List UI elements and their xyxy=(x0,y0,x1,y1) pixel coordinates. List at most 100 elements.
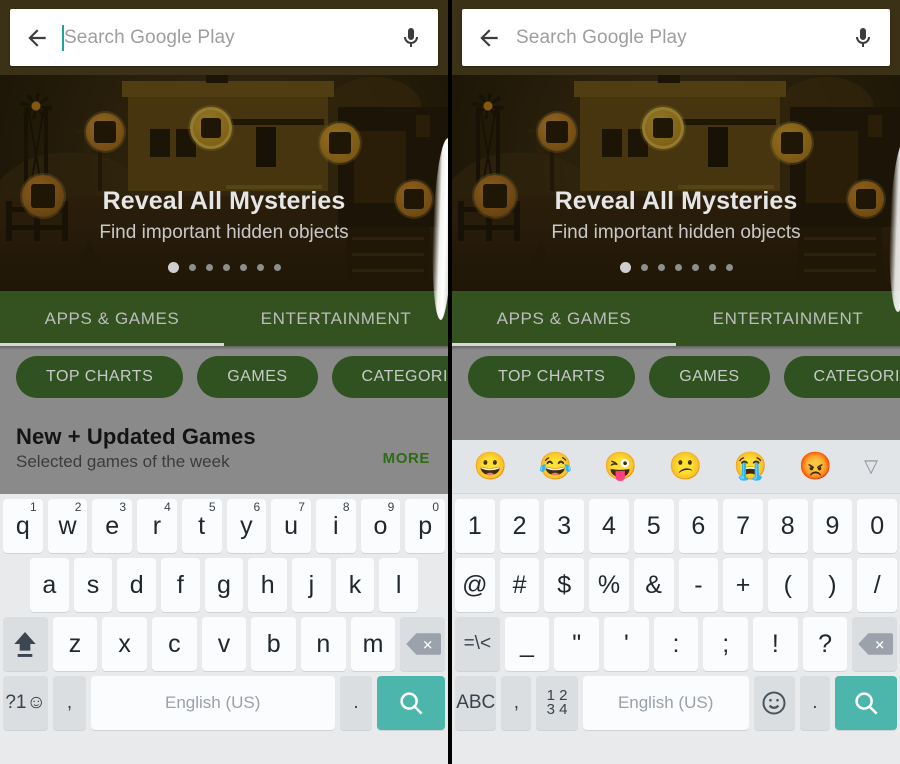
key-r[interactable]: r4 xyxy=(137,499,177,553)
section-more-link[interactable]: MORE xyxy=(383,450,430,467)
chip-top-charts[interactable]: TOP CHARTS xyxy=(468,356,636,398)
key-sym[interactable]: =\< xyxy=(454,617,500,671)
key-u[interactable]: u7 xyxy=(271,499,311,553)
key-8[interactable]: 8 xyxy=(767,499,808,553)
key-p[interactable]: p0 xyxy=(405,499,446,553)
key-e[interactable]: e3 xyxy=(92,499,133,553)
microphone-icon[interactable] xyxy=(384,25,438,51)
microphone-icon[interactable] xyxy=(836,25,890,51)
key-a[interactable]: a xyxy=(29,558,69,612)
key-l[interactable]: l xyxy=(379,558,419,612)
key-s[interactable]: s xyxy=(73,558,113,612)
key-space-englishus[interactable]: English (US) xyxy=(582,676,749,730)
key-b[interactable]: b xyxy=(251,617,297,671)
search-icon[interactable] xyxy=(377,676,445,730)
key-z[interactable]: z xyxy=(52,617,98,671)
pager-dot[interactable] xyxy=(256,264,264,272)
search-input-right[interactable]: Search Google Play xyxy=(516,9,836,66)
key-sym[interactable]: . xyxy=(800,676,830,730)
pager-dot[interactable] xyxy=(167,262,179,274)
search-input-left[interactable]: Search Google Play xyxy=(62,9,384,66)
chip-categories[interactable]: CATEGORIES xyxy=(783,356,900,398)
pager-dot[interactable] xyxy=(239,264,247,272)
pager-dot[interactable] xyxy=(273,264,281,272)
pager-dot[interactable] xyxy=(691,264,699,272)
banner-pager-dots-right[interactable] xyxy=(452,259,900,277)
key-sym[interactable]: & xyxy=(633,558,674,612)
key-j[interactable]: j xyxy=(292,558,331,612)
key-sym[interactable]: " xyxy=(554,617,599,671)
key-sym[interactable]: @ xyxy=(454,558,495,612)
tab-apps-and-games[interactable]: APPS & GAMES xyxy=(452,291,676,346)
key-space-englishus[interactable]: English (US) xyxy=(90,676,335,730)
key-i[interactable]: i8 xyxy=(315,499,356,553)
pager-dot[interactable] xyxy=(188,264,196,272)
chip-games[interactable]: GAMES xyxy=(197,356,318,398)
key-9[interactable]: 9 xyxy=(812,499,853,553)
pager-dot[interactable] xyxy=(205,264,213,272)
key-sym[interactable]: ' xyxy=(604,617,649,671)
key-k[interactable]: k xyxy=(335,558,375,612)
collapse-triangle-icon[interactable]: ▽ xyxy=(848,456,894,477)
key-2[interactable]: 2 xyxy=(499,499,540,553)
key-sym[interactable]: ; xyxy=(703,617,749,671)
search-bar-right[interactable]: Search Google Play xyxy=(462,9,890,66)
emoji-suggestion[interactable]: 😕 xyxy=(653,453,718,480)
key-3[interactable]: 3 xyxy=(544,499,585,553)
key-h[interactable]: h xyxy=(248,558,288,612)
pager-dot[interactable] xyxy=(640,264,648,272)
promo-banner-left[interactable]: Reveal All Mysteries Find important hidd… xyxy=(0,75,448,291)
key-t[interactable]: t5 xyxy=(181,499,222,553)
chip-top-charts[interactable]: TOP CHARTS xyxy=(16,356,184,398)
key-1[interactable]: 1 xyxy=(454,499,495,553)
back-arrow-icon[interactable] xyxy=(10,25,64,51)
emoji-suggestion[interactable]: 😭 xyxy=(718,453,783,480)
key-o[interactable]: o9 xyxy=(360,499,401,553)
key-sym[interactable]: ! xyxy=(753,617,798,671)
pager-dot[interactable] xyxy=(222,264,230,272)
key-g[interactable]: g xyxy=(204,558,244,612)
backspace-icon[interactable]: ✕ xyxy=(400,617,446,671)
key-sym[interactable]: # xyxy=(499,558,540,612)
pager-dot[interactable] xyxy=(674,264,682,272)
emoji-suggestion[interactable]: 😡 xyxy=(783,453,848,480)
key-7[interactable]: 7 xyxy=(723,499,763,553)
key-sym[interactable]: + xyxy=(723,558,763,612)
key-x[interactable]: x xyxy=(102,617,147,671)
key-6[interactable]: 6 xyxy=(678,499,719,553)
key-4[interactable]: 4 xyxy=(589,499,629,553)
key-sym[interactable]: , xyxy=(501,676,532,730)
key-sym[interactable]: ( xyxy=(767,558,808,612)
tab-entertainment[interactable]: ENTERTAINMENT xyxy=(676,291,900,346)
key-w[interactable]: w2 xyxy=(47,499,88,553)
pager-dot[interactable] xyxy=(725,264,733,272)
pager-dot[interactable] xyxy=(708,264,716,272)
chip-games[interactable]: GAMES xyxy=(649,356,770,398)
key-v[interactable]: v xyxy=(201,617,247,671)
key-q[interactable]: q1 xyxy=(2,499,43,553)
search-bar-left[interactable]: Search Google Play xyxy=(10,9,438,66)
key-sym[interactable]: % xyxy=(589,558,629,612)
key-numeric-layout[interactable]: 1 23 4 xyxy=(536,676,578,730)
key-sym[interactable]: - xyxy=(678,558,719,612)
key-1[interactable]: ?1☺ xyxy=(3,676,49,730)
backspace-icon[interactable]: ✕ xyxy=(852,617,898,671)
pager-dot[interactable] xyxy=(619,262,631,274)
back-arrow-icon[interactable] xyxy=(462,25,516,51)
key-sym[interactable]: / xyxy=(857,558,898,612)
tab-apps-and-games[interactable]: APPS & GAMES xyxy=(0,291,224,346)
pager-dot[interactable] xyxy=(657,264,665,272)
promo-banner-right[interactable]: Reveal All Mysteries Find important hidd… xyxy=(452,75,900,291)
key-sym[interactable]: _ xyxy=(504,617,550,671)
key-n[interactable]: n xyxy=(301,617,346,671)
emoji-icon[interactable] xyxy=(753,676,795,730)
emoji-suggestion[interactable]: 😂 xyxy=(523,453,588,480)
key-sym[interactable]: : xyxy=(653,617,699,671)
key-f[interactable]: f xyxy=(161,558,200,612)
emoji-suggestion[interactable]: 😀 xyxy=(458,453,523,480)
key-sym[interactable]: . xyxy=(339,676,373,730)
key-5[interactable]: 5 xyxy=(633,499,674,553)
tab-entertainment[interactable]: ENTERTAINMENT xyxy=(224,291,448,346)
key-y[interactable]: y6 xyxy=(226,499,267,553)
emoji-suggestion[interactable]: 😜 xyxy=(588,453,653,480)
